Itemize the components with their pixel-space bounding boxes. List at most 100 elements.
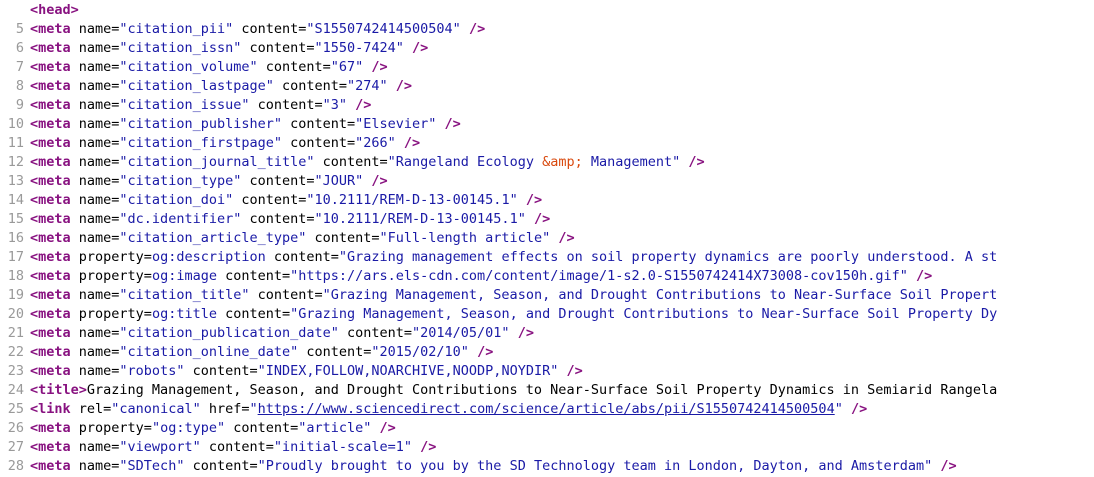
line-code: <meta name="citation_volume" content="67… bbox=[30, 58, 1094, 77]
attribute-token: name= bbox=[78, 173, 120, 189]
link-token[interactable]: https://www.sciencedirect.com/science/ar… bbox=[258, 401, 835, 417]
tag-token: /> bbox=[468, 344, 494, 360]
attribute-token: content= bbox=[216, 268, 291, 284]
line-code: <head> bbox=[30, 1, 1094, 20]
value-token: "1550-7424" bbox=[314, 40, 404, 56]
line-code: <meta name="citation_title" content="Gra… bbox=[30, 286, 1094, 305]
source-line: 25 <link rel="canonical" href="https://ww… bbox=[0, 400, 1094, 419]
value-token: "citation_publication_date" bbox=[119, 325, 339, 341]
attribute-token: content= bbox=[241, 173, 315, 189]
value-token: "robots" bbox=[119, 363, 185, 379]
attribute-token: content= bbox=[249, 287, 323, 303]
line-code: <meta property=og:image content="https:/… bbox=[30, 267, 1094, 286]
value-token: "Grazing Management, Season, and Drought… bbox=[290, 306, 998, 322]
attribute-token: name= bbox=[78, 40, 120, 56]
tag-token: /> bbox=[363, 59, 388, 75]
line-code: <meta name="citation_publisher" content=… bbox=[30, 115, 1094, 134]
tag-token: /> bbox=[412, 439, 437, 455]
attribute-token: content= bbox=[281, 116, 356, 132]
value-token: "article" bbox=[298, 420, 372, 436]
line-code: <meta name="citation_firstpage" content=… bbox=[30, 134, 1094, 153]
tag-token: <meta bbox=[30, 173, 79, 189]
source-line: 17 <meta property=og:description content=… bbox=[0, 248, 1094, 267]
tag-token: /> bbox=[403, 40, 429, 56]
value-token: "citation_publisher" bbox=[119, 116, 282, 132]
line-number bbox=[0, 1, 30, 20]
line-number: 5 bbox=[15, 21, 24, 37]
source-line: 24 <title>Grazing Management, Season, and… bbox=[0, 381, 1094, 400]
attribute-token: name= bbox=[78, 154, 120, 170]
value-token: "10.2111/REM-D-13-00145.1" bbox=[306, 192, 518, 208]
tag-token: /> bbox=[387, 78, 413, 94]
attribute-token: property= bbox=[78, 249, 152, 265]
value-token: "3" bbox=[322, 97, 348, 113]
value-token: "2014/05/01" bbox=[412, 325, 510, 341]
attribute-token: name= bbox=[78, 211, 120, 227]
source-line: 12 <meta name="citation_journal_title" co… bbox=[0, 153, 1094, 172]
value-token: "Grazing Management, Season, and Drought… bbox=[322, 287, 998, 303]
source-line: 26 <meta property="og:type" content="arti… bbox=[0, 419, 1094, 438]
tag-token: <meta bbox=[30, 458, 79, 474]
value-token: "2015/02/10" bbox=[371, 344, 469, 360]
tag-token: /> bbox=[517, 192, 543, 208]
tag-token: <meta bbox=[30, 230, 79, 246]
attribute-token: content= bbox=[273, 78, 348, 94]
value-token: "citation_firstpage" bbox=[119, 135, 282, 151]
tag-token: <meta bbox=[30, 420, 79, 436]
value-token: "citation_type" bbox=[119, 173, 242, 189]
line-code: <meta name="citation_article_type" conte… bbox=[30, 229, 1094, 248]
value-token: "dc.identifier" bbox=[119, 211, 242, 227]
line-number: 27 bbox=[7, 439, 24, 455]
source-line: 13 <meta name="citation_type" content="JO… bbox=[0, 172, 1094, 191]
attribute-token: content= bbox=[233, 21, 307, 37]
value-token: og:image bbox=[151, 268, 217, 284]
line-code: <meta name="citation_doi" content="10.21… bbox=[30, 191, 1094, 210]
tag-token: <meta bbox=[30, 306, 79, 322]
tag-token: /> bbox=[680, 154, 705, 170]
tag-token: /> bbox=[525, 211, 551, 227]
attribute-token: name= bbox=[78, 230, 120, 246]
line-code: <title>Grazing Management, Season, and D… bbox=[30, 381, 1094, 400]
value-token: "INDEX,FOLLOW,NOARCHIVE,NOODP,NOYDIR" bbox=[257, 363, 559, 379]
attribute-token: content= bbox=[249, 97, 323, 113]
line-code: <meta property=og:description content="G… bbox=[30, 248, 1094, 267]
source-line: 28 <meta name="SDTech" content="Proudly b… bbox=[0, 457, 1094, 476]
tag-token: <meta bbox=[30, 192, 79, 208]
tag-token: <link bbox=[30, 401, 79, 417]
tag-token: <meta bbox=[30, 287, 79, 303]
value-token: "citation_issn" bbox=[119, 40, 242, 56]
value-token: "JOUR" bbox=[314, 173, 364, 189]
value-token: " bbox=[249, 401, 258, 417]
source-line: 7 <meta name="citation_volume" content="6… bbox=[0, 58, 1094, 77]
text-token: Grazing Management, Season, and Drought … bbox=[86, 382, 998, 398]
source-line: 20 <meta property=og:title content="Grazi… bbox=[0, 305, 1094, 324]
value-token: "canonical" bbox=[111, 401, 201, 417]
attribute-token: name= bbox=[78, 287, 120, 303]
tag-token: <meta bbox=[30, 154, 79, 170]
attribute-token: content= bbox=[241, 211, 315, 227]
value-token: "og:type" bbox=[151, 420, 226, 436]
tag-token: <meta bbox=[30, 40, 79, 56]
attribute-token: content= bbox=[338, 325, 413, 341]
attribute-token: name= bbox=[78, 135, 120, 151]
line-number: 22 bbox=[7, 344, 24, 360]
tag-token: /> bbox=[347, 97, 372, 113]
attribute-token: content= bbox=[184, 458, 258, 474]
attribute-token: content= bbox=[265, 249, 339, 265]
attribute-token: name= bbox=[78, 192, 120, 208]
line-code: <meta property="og:type" content="articl… bbox=[30, 419, 1094, 438]
line-number: 25 bbox=[7, 401, 24, 417]
line-code: <meta name="citation_online_date" conten… bbox=[30, 343, 1094, 362]
tag-token: <meta bbox=[30, 211, 79, 227]
tag-token: <meta bbox=[30, 78, 79, 94]
attribute-token: name= bbox=[78, 439, 120, 455]
attribute-token: content= bbox=[233, 192, 307, 208]
value-token: "citation_doi" bbox=[119, 192, 234, 208]
value-token: "S1550742414500504" bbox=[306, 21, 461, 37]
tag-token: <meta bbox=[30, 268, 79, 284]
line-number: 10 bbox=[7, 116, 24, 132]
source-code-viewer: <head> 5 <meta name="citation_pii" content… bbox=[0, 0, 1094, 477]
tag-token: <meta bbox=[30, 325, 79, 341]
line-number: 7 bbox=[15, 59, 24, 75]
line-code: <meta name="robots" content="INDEX,FOLLO… bbox=[30, 362, 1094, 381]
